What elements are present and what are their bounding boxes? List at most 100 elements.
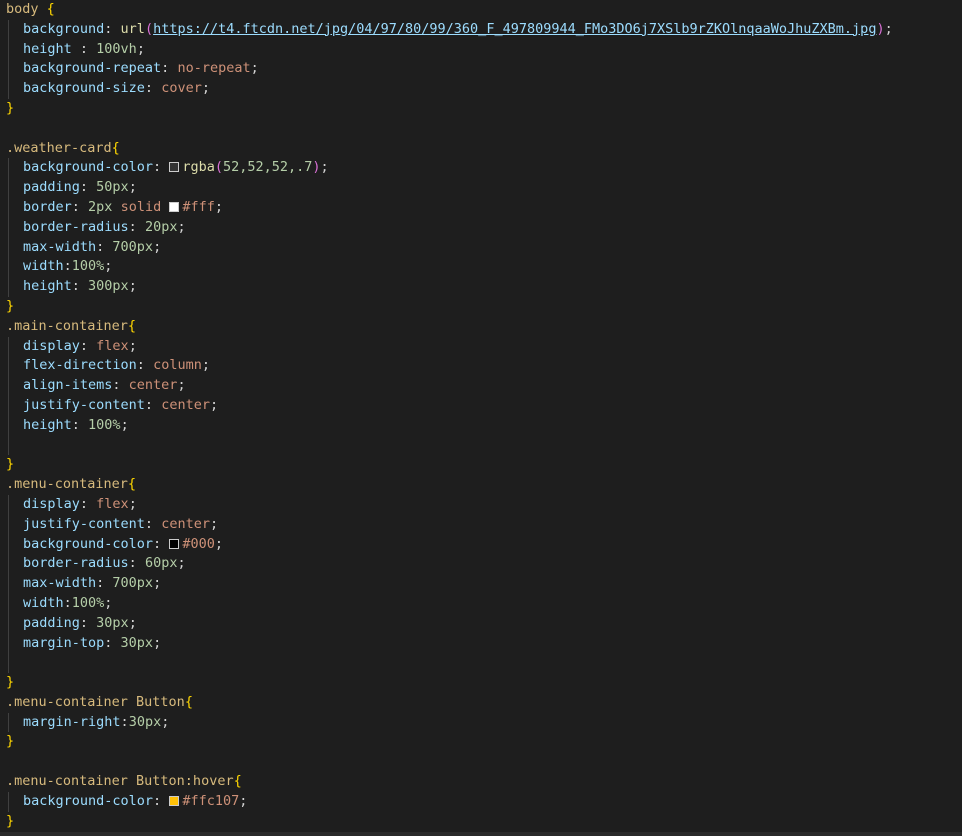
code-line — [6, 653, 962, 674]
code-line: display: flex; — [6, 494, 962, 515]
code-line: height: 300px; — [6, 277, 962, 297]
code-line: background-repeat: no-repeat; — [6, 59, 962, 80]
close-brace: } — [6, 297, 15, 314]
code-line: } — [6, 297, 962, 317]
indent-guide — [8, 158, 23, 179]
code-line: border-radius: 20px; — [6, 217, 962, 238]
css-selector: .main-container — [6, 317, 128, 334]
indent-guide — [8, 574, 23, 594]
code-line: background-color: #000; — [6, 534, 962, 555]
horizontal-scrollbar[interactable] — [0, 832, 962, 836]
code-line: margin-top: 30px; — [6, 633, 962, 654]
css-value: column — [153, 357, 202, 374]
color-swatch[interactable] — [169, 162, 180, 173]
indent-guide — [8, 494, 23, 515]
css-property: border-radius — [23, 555, 129, 572]
code-line: } — [6, 99, 962, 119]
open-brace: { — [127, 476, 137, 493]
indent-guide — [8, 356, 23, 377]
css-value: 100% — [71, 594, 105, 611]
indent-guide — [8, 217, 23, 238]
css-value: #000 — [182, 535, 215, 552]
css-value: 100% — [88, 416, 121, 433]
css-property: padding — [23, 179, 80, 196]
code-line: justify-content: center; — [6, 514, 962, 535]
css-value: 20px — [144, 218, 178, 235]
indent-guide — [8, 178, 23, 198]
close-brace: } — [6, 456, 15, 473]
css-property: width — [23, 594, 64, 611]
css-property: justify-content — [23, 515, 145, 532]
css-property: align-items — [23, 377, 113, 394]
css-property: width — [23, 258, 64, 275]
indent-guide — [8, 514, 23, 535]
code-line: justify-content: center; — [6, 395, 962, 416]
css-value: 2px — [88, 198, 113, 215]
css-property: height — [23, 278, 72, 295]
code-line: align-items: center; — [6, 376, 962, 396]
code-line: border-radius: 60px; — [6, 554, 962, 575]
css-property: background-color — [23, 159, 154, 176]
code-line: height: 100%; — [6, 415, 962, 436]
css-property: margin-top — [23, 634, 105, 651]
css-function: url — [120, 20, 145, 37]
code-line: .weather-card{ — [6, 139, 962, 159]
css-property: justify-content — [23, 396, 145, 413]
css-selector: .weather-card — [6, 139, 112, 156]
code-line: background-size: cover; — [6, 79, 962, 99]
code-line — [6, 435, 962, 456]
url-link[interactable]: https://t4.ftcdn.net/jpg/04/97/80/99/360… — [153, 21, 876, 37]
css-property: flex-direction — [23, 357, 137, 374]
css-value: 30px — [96, 614, 129, 631]
css-value: 50px — [96, 179, 129, 196]
code-line: border: 2px solid #fff; — [6, 197, 962, 218]
code-line: margin-right:30px; — [6, 712, 962, 733]
css-value: flex — [96, 337, 129, 354]
code-line: max-width: 700px; — [6, 237, 962, 258]
css-property: display — [23, 337, 80, 354]
open-brace: { — [46, 1, 55, 17]
indent-guide — [8, 59, 23, 80]
code-line: padding: 50px; — [6, 178, 962, 198]
css-property: background-color — [23, 792, 154, 809]
color-swatch[interactable] — [169, 538, 180, 549]
indent-guide — [8, 593, 23, 614]
css-value: 700px — [112, 238, 154, 255]
css-value: #ffc107 — [182, 792, 240, 809]
color-swatch[interactable] — [169, 795, 180, 806]
css-property: border-radius — [23, 218, 129, 235]
indent-guide — [8, 435, 23, 456]
code-line: } — [6, 455, 962, 475]
indent-guide — [8, 633, 23, 654]
css-value: 30px — [120, 634, 154, 651]
indent-guide — [8, 534, 23, 555]
css-property: padding — [23, 614, 80, 631]
css-value: 30px — [128, 713, 162, 730]
close-brace: } — [6, 812, 15, 829]
indent-guide — [8, 712, 23, 733]
code-line: .menu-container Button:hover{ — [6, 772, 962, 792]
indent-guide — [8, 19, 23, 40]
css-selector: .menu-container Button — [6, 693, 185, 710]
indent-guide — [8, 336, 23, 357]
open-brace: { — [111, 139, 120, 156]
css-property: max-width — [23, 238, 97, 255]
css-value: 52,52,52,.7 — [222, 159, 313, 176]
code-line: width:100%; — [6, 593, 962, 614]
css-value: center — [161, 396, 210, 413]
code-line: flex-direction: column; — [6, 356, 962, 377]
indent-guide — [8, 197, 23, 218]
indent-guide — [8, 277, 23, 297]
css-value: 100% — [71, 258, 105, 275]
code-line: body { — [6, 0, 962, 20]
code-editor[interactable]: body { background: url(https://t4.ftcdn.… — [0, 0, 962, 836]
code-line: } — [6, 732, 962, 752]
code-line: display: flex; — [6, 336, 962, 357]
css-selector: body — [6, 1, 39, 17]
color-swatch[interactable] — [169, 201, 180, 212]
close-brace: } — [6, 733, 15, 750]
css-value: solid — [120, 198, 162, 215]
code-line: padding: 30px; — [6, 613, 962, 634]
code-line: height : 100vh; — [6, 39, 962, 60]
css-property: max-width — [23, 575, 97, 592]
